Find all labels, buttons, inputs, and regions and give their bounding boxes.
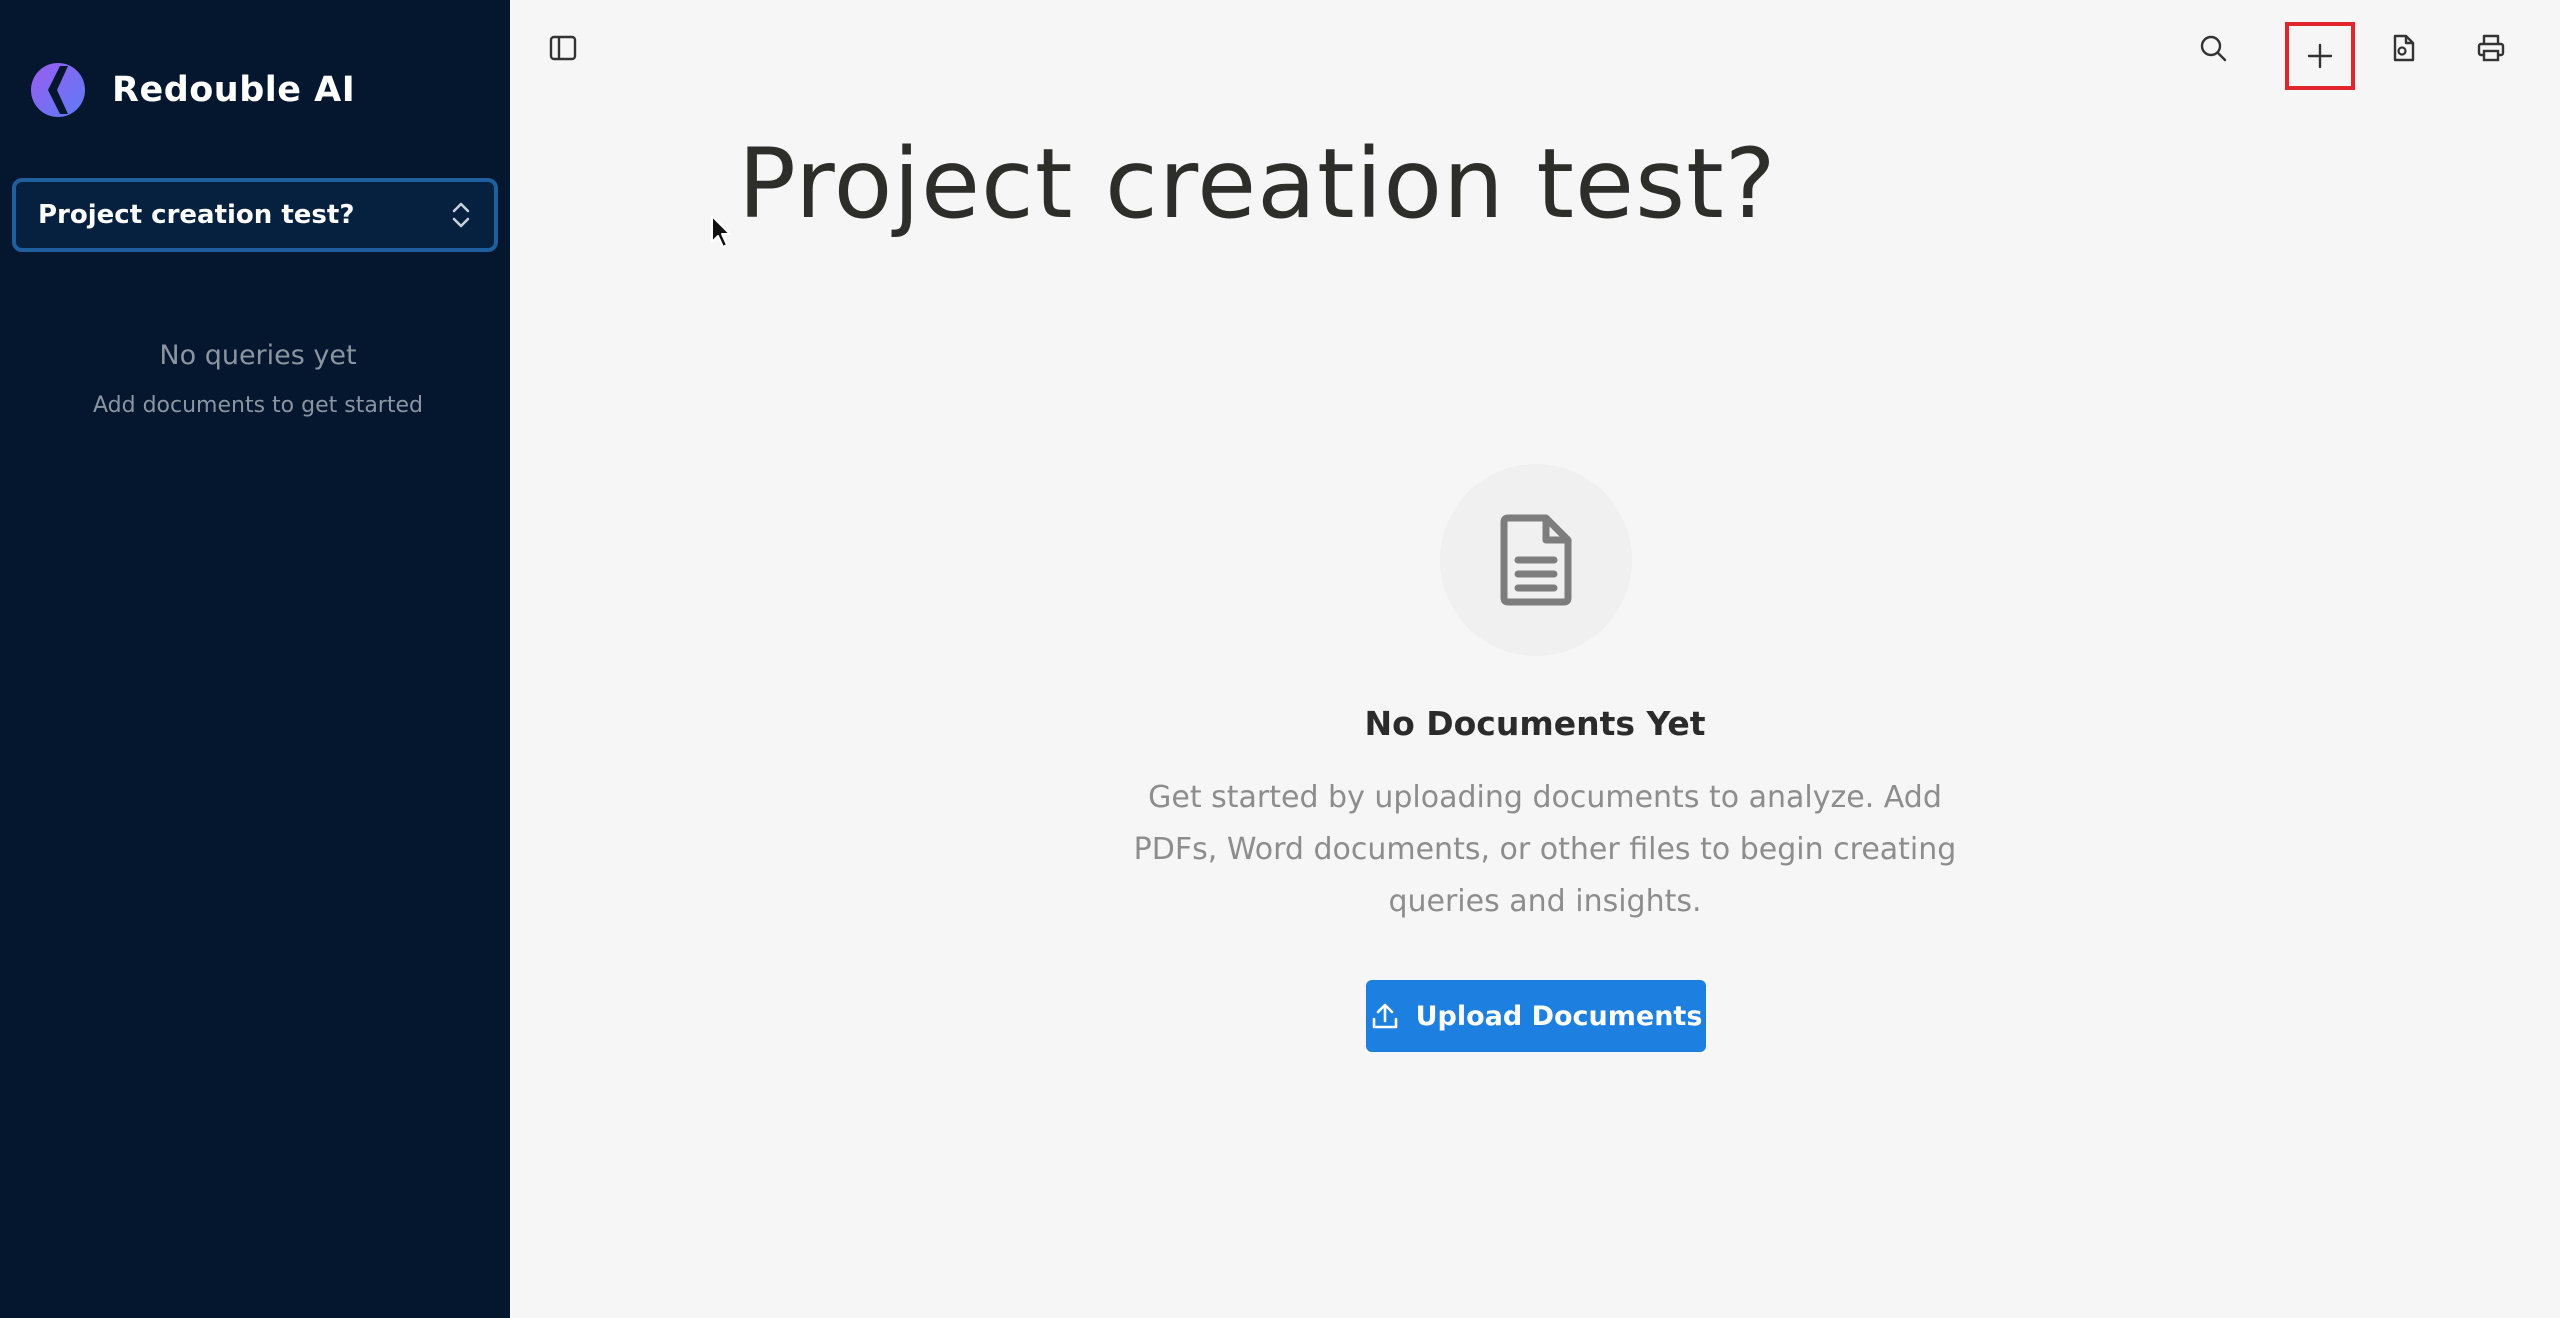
sidebar: Redouble AI Project creation test? No qu…: [0, 0, 510, 1318]
mouse-cursor-icon: [711, 215, 731, 248]
print-button[interactable]: [2463, 20, 2519, 76]
queries-empty-title: No queries yet: [159, 340, 357, 371]
search-button[interactable]: [2185, 20, 2241, 76]
redouble-logo-icon: [31, 63, 85, 117]
documents-empty-description: Get started by uploading documents to an…: [1133, 780, 1957, 919]
project-selector[interactable]: Project creation test?: [12, 178, 498, 252]
queries-empty-state: No queries yet Add documents to get star…: [0, 340, 516, 418]
plus-icon: [2307, 43, 2333, 69]
project-selector-value: Project creation test?: [38, 200, 355, 230]
main-content: Project creation test? No Documents Yet …: [510, 0, 2560, 1318]
page-title: Project creation test?: [738, 128, 1777, 240]
search-icon: [2200, 35, 2227, 62]
queries-empty-subtitle: Add documents to get started: [93, 393, 423, 418]
documents-empty-title: No Documents Yet: [1364, 704, 1706, 743]
toggle-sidebar-button[interactable]: [535, 20, 591, 76]
upload-icon: [1372, 1003, 1397, 1029]
brand-name: Redouble AI: [112, 70, 356, 110]
printer-icon: [2477, 34, 2505, 62]
document-settings-button[interactable]: [2375, 20, 2431, 76]
file-settings-icon: [2393, 34, 2415, 62]
chevron-up-down-icon: [452, 202, 470, 228]
upload-documents-label: Upload Documents: [1415, 1000, 1703, 1032]
document-icon: [1500, 514, 1572, 606]
upload-documents-button[interactable]: Upload Documents: [1366, 980, 1706, 1052]
sidebar-toggle-icon: [549, 35, 577, 61]
new-item-button[interactable]: [2285, 22, 2355, 90]
brand: Redouble AI: [30, 62, 355, 118]
empty-document-illustration: [1440, 464, 1632, 656]
app-root: Redouble AI Project creation test? No qu…: [0, 0, 2560, 1318]
